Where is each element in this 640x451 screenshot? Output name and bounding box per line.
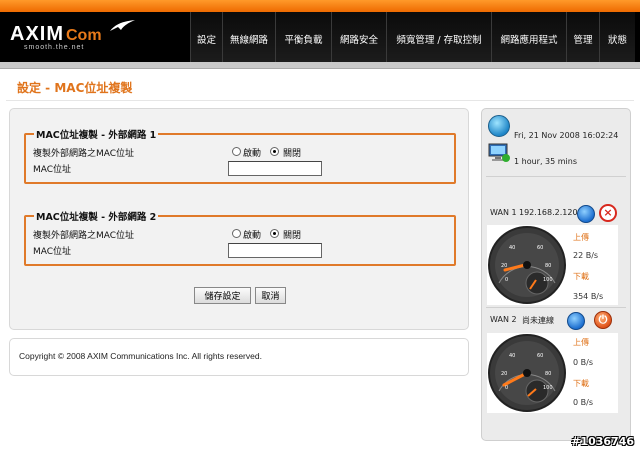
wan2-mac-label: MAC位址 [33,247,72,257]
wan2-section-legend: MAC位址複製 - 外部網路 2 [36,212,157,223]
status-divider-1 [486,176,626,177]
wan2-disable-label: 關閉 [283,231,302,241]
wan1-disable-label: 關閉 [283,149,302,159]
status-uptime: 1 hour, 35 mins [514,157,578,166]
wan2-download-label: 下載 [573,379,589,388]
logo: AXIM Com smooth.the.net [10,20,140,51]
page-title: 設定 - MAC位址複製 [17,81,133,95]
wan2-gauge-tick-1: 20 [501,371,507,377]
wan1-gauge-tick-1: 20 [501,263,507,269]
wan1-upload-value: 22 B/s [573,251,599,260]
nav-item-admin[interactable]: 管理 [566,12,599,62]
watermark: #1036746 [571,435,634,448]
wan2-status-name: WAN 2 [490,315,517,324]
wan2-gauge-tick-3: 60 [537,353,543,359]
wan2-upload-value: 0 B/s [573,358,593,367]
nav-item-security[interactable]: 網路安全 [331,12,386,62]
logo-wordmark: AXIM Com [10,23,102,45]
wan1-mac-input[interactable] [228,161,322,176]
wan1-gauge-tick-5: 100 [543,277,553,283]
header-divider-band [0,62,640,69]
wan2-gauge-tick-4: 80 [545,371,551,377]
wan1-status-address: 192.168.2.120 [519,208,578,217]
wan2-clone-label: 複製外部網路之MAC位址 [33,231,135,241]
wan1-gauge-tick-0: 0 [505,277,508,283]
title-divider [6,100,634,101]
nav-item-applications[interactable]: 網路應用程式 [491,12,566,62]
wan2-gauge: 0 20 40 60 80 100 [488,334,566,412]
wan1-download-value: 354 B/s [573,292,604,301]
connect-icon[interactable] [567,312,585,330]
wan2-gauge-tick-0: 0 [505,385,508,391]
top-bar: AXIM Com smooth.the.net 設定 無線網路 平衡負載 網路安全… [0,0,640,62]
wan1-mac-label: MAC位址 [33,165,72,175]
globe-icon [488,115,510,137]
wan2-gauge-tick-5: 100 [543,385,553,391]
wan1-gauge-tick-4: 80 [545,263,551,269]
wan2-enable-label: 啟動 [243,231,262,241]
cancel-button[interactable]: 取消 [255,287,286,304]
wan1-upload-label: 上傳 [573,233,589,242]
wan2-status-address: 尚未連線 [522,316,554,325]
status-datetime: Fri, 21 Nov 2008 16:02:24 [514,131,619,140]
wan2-disable-radio[interactable] [270,229,279,238]
logo-bird-icon [110,20,135,31]
wan1-gauge: 0 20 40 60 80 100 [488,226,566,304]
wan1-disable-radio[interactable] [270,147,279,156]
wan2-download-value: 0 B/s [573,398,593,407]
copyright-text: Copyright © 2008 AXIM Communications Inc… [19,351,262,361]
nav-item-load-balance[interactable]: 平衡負載 [275,12,331,62]
nav-item-wireless[interactable]: 無線網路 [222,12,275,62]
disconnect-icon[interactable]: × [599,204,617,222]
top-accent-stripe [0,0,640,12]
computer-icon [488,143,510,162]
power-icon[interactable]: ⏻ [594,311,612,329]
nav-item-settings[interactable]: 設定 [190,12,222,62]
wan1-gauge-tick-3: 60 [537,245,543,251]
main-nav: 設定 無線網路 平衡負載 網路安全 頻寬管理 / 存取控制 網路應用程式 管理 … [190,12,635,62]
wan2-mac-input[interactable] [228,243,322,258]
wan1-download-label: 下載 [573,272,589,281]
wan2-upload-label: 上傳 [573,338,589,347]
wan1-gauge-tick-2: 40 [509,245,515,251]
nav-item-status[interactable]: 狀態 [599,12,635,62]
connect-icon[interactable] [577,205,595,223]
wan1-clone-label: 複製外部網路之MAC位址 [33,149,135,159]
logo-tagline: smooth.the.net [24,44,85,51]
wan1-enable-label: 啟動 [243,149,262,159]
wan1-section-legend: MAC位址複製 - 外部網路 1 [36,130,157,141]
wan2-enable-radio[interactable] [232,229,241,238]
wan2-gauge-tick-2: 40 [509,353,515,359]
wan1-enable-radio[interactable] [232,147,241,156]
nav-item-bandwidth[interactable]: 頻寬管理 / 存取控制 [386,12,491,62]
status-divider-2 [486,307,626,308]
save-button[interactable]: 儲存設定 [194,287,251,304]
wan1-status-name: WAN 1 [490,208,517,217]
